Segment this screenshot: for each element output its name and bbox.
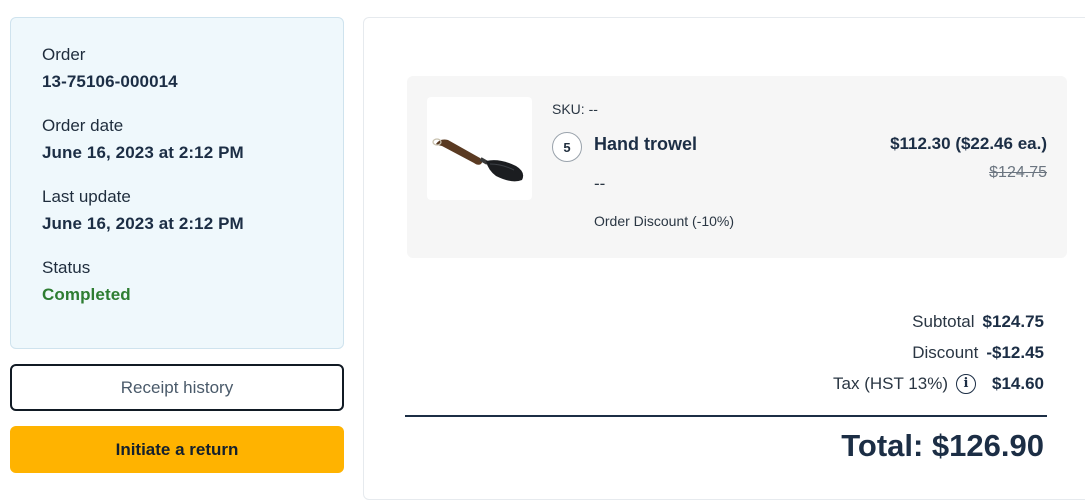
line-discount-text: Order Discount (-10%) bbox=[594, 213, 735, 229]
tax-value: $14.60 bbox=[992, 373, 1044, 393]
hand-trowel-image[interactable] bbox=[427, 97, 532, 200]
status-badge: Completed bbox=[42, 285, 131, 304]
tax-row: Tax (HST 13%) i $14.60 bbox=[644, 368, 1044, 399]
subtotal-label: Subtotal bbox=[912, 311, 975, 331]
status-label: Status bbox=[42, 258, 91, 277]
order-date-block: Order date June 16, 2023 at 2:12 PM bbox=[42, 115, 312, 164]
status-block: Status Completed bbox=[42, 257, 312, 306]
order-number-block: Order 13-75106-000014 bbox=[42, 44, 312, 93]
last-update-block: Last update June 16, 2023 at 2:12 PM bbox=[42, 186, 312, 235]
discount-row: Discount -$12.45 bbox=[644, 337, 1044, 368]
order-details-page: Order 13-75106-000014 Order date June 16… bbox=[0, 0, 1085, 500]
totals-divider bbox=[405, 415, 1047, 417]
trowel-icon bbox=[431, 137, 523, 181]
grand-total: Total: $126.90 bbox=[841, 428, 1044, 463]
quantity-badge: 5 bbox=[552, 132, 582, 162]
line-item: SKU: -- 5 Hand trowel -- Order Discount … bbox=[407, 76, 1067, 258]
order-number-value: 13-75106-000014 bbox=[42, 72, 178, 91]
receipt-history-button[interactable]: Receipt history bbox=[10, 364, 344, 411]
line-price: $112.30 ($22.46 ea.) bbox=[890, 134, 1047, 153]
order-summary-panel: SKU: -- 5 Hand trowel -- Order Discount … bbox=[363, 17, 1085, 500]
info-icon[interactable]: i bbox=[956, 373, 976, 394]
order-info-card: Order 13-75106-000014 Order date June 16… bbox=[10, 17, 344, 349]
subtotal-row: Subtotal $124.75 bbox=[644, 306, 1044, 337]
order-date-label: Order date bbox=[42, 116, 124, 135]
order-date-value: June 16, 2023 at 2:12 PM bbox=[42, 143, 244, 162]
discount-value: -$12.45 bbox=[986, 342, 1044, 362]
subtotal-value: $124.75 bbox=[982, 311, 1044, 331]
totals-section: Subtotal $124.75 Discount -$12.45 Tax (H… bbox=[644, 306, 1044, 399]
discount-label: Discount bbox=[912, 342, 979, 362]
product-name[interactable]: Hand trowel bbox=[594, 134, 697, 155]
product-variant: -- bbox=[594, 174, 606, 193]
tax-label: Tax (HST 13%) bbox=[833, 373, 948, 393]
last-update-label: Last update bbox=[42, 187, 131, 206]
initiate-return-button[interactable]: Initiate a return bbox=[10, 426, 344, 473]
original-price: $124.75 bbox=[989, 164, 1047, 181]
last-update-value: June 16, 2023 at 2:12 PM bbox=[42, 214, 244, 233]
sku-text: SKU: -- bbox=[552, 101, 598, 117]
order-number-label: Order bbox=[42, 45, 86, 64]
